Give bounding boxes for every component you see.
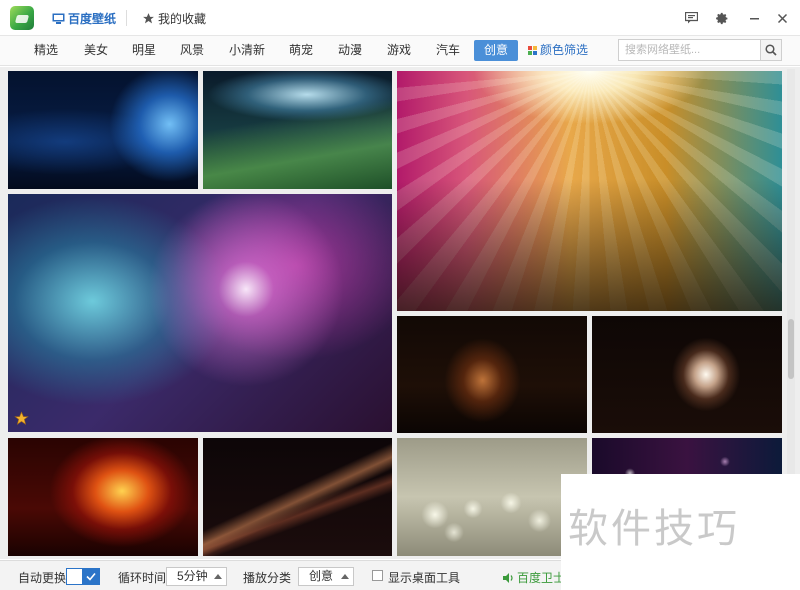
color-swatch	[528, 46, 532, 50]
baidu-guard-link[interactable]: 百度卫士	[502, 569, 565, 586]
speaker-icon	[503, 572, 513, 583]
color-filter-label: 颜色筛选	[540, 43, 589, 57]
feedback-icon	[684, 12, 698, 24]
color-swatch	[533, 51, 537, 55]
close-icon	[777, 13, 787, 23]
wallpaper-thumbnail[interactable]	[397, 71, 782, 311]
tab-my-favorites[interactable]: 我的收藏	[142, 9, 206, 27]
tab-divider	[126, 10, 127, 26]
minimize-icon	[749, 17, 759, 19]
close-button[interactable]	[772, 8, 792, 28]
auto-change-label: 自动更换	[18, 571, 67, 585]
gear-icon	[715, 12, 727, 24]
tab-my-favorites-label: 我的收藏	[158, 11, 207, 26]
settings-button[interactable]	[712, 8, 732, 28]
category-value: 创意	[309, 569, 334, 583]
color-grid-icon	[528, 46, 537, 55]
category-dropdown[interactable]: 创意	[298, 567, 354, 586]
category-item[interactable]: 萌宠	[283, 40, 319, 61]
category-item[interactable]: 风景	[174, 40, 210, 61]
scrollbar-thumb[interactable]	[788, 319, 794, 379]
interval-label: 循环时间	[118, 571, 167, 585]
tile-shade	[397, 179, 782, 311]
search-icon	[765, 44, 777, 56]
feedback-button[interactable]	[681, 8, 701, 28]
wallpaper-thumbnail[interactable]	[8, 438, 198, 556]
monitor-icon	[52, 13, 65, 24]
interval-value: 5分钟	[177, 569, 208, 583]
category-item[interactable]: 小清新	[223, 40, 271, 61]
color-filter-button[interactable]: 颜色筛选	[528, 40, 588, 61]
category-label: 播放分类	[243, 571, 292, 585]
category-item[interactable]: 美女	[78, 40, 114, 61]
color-swatch	[528, 51, 532, 55]
wallpaper-thumbnail[interactable]	[203, 438, 392, 556]
interval-dropdown[interactable]: 5分钟	[166, 567, 227, 586]
category-item[interactable]: 动漫	[332, 40, 368, 61]
show-desktop-tool-label: 显示桌面工具	[388, 571, 461, 585]
caret-up-icon	[214, 574, 222, 579]
show-desktop-tool-checkbox[interactable]	[372, 570, 383, 581]
star-icon	[143, 12, 154, 23]
favorite-star-icon[interactable]	[14, 411, 29, 426]
category-item-active[interactable]: 创意	[474, 40, 518, 61]
wallpaper-thumbnail[interactable]	[8, 71, 198, 189]
tab-baidu-wallpaper[interactable]: 百度壁纸	[52, 9, 116, 27]
category-item[interactable]: 明星	[126, 40, 162, 61]
wallpaper-thumbnail[interactable]	[397, 316, 587, 433]
wallpaper-thumbnail[interactable]	[8, 194, 392, 432]
color-swatch	[533, 46, 537, 50]
search-button[interactable]	[760, 39, 782, 61]
tab-baidu-wallpaper-label: 百度壁纸	[68, 11, 117, 26]
app-logo	[10, 6, 34, 30]
watermark-text: 软件技巧	[568, 506, 740, 552]
wallpaper-thumbnail[interactable]	[592, 316, 782, 433]
search-input[interactable]	[618, 39, 761, 61]
baidu-guard-label: 百度卫士	[517, 571, 566, 585]
title-bar: 百度壁纸 我的收藏	[0, 0, 800, 36]
caret-up-icon	[341, 574, 349, 579]
wallpaper-thumbnail[interactable]	[203, 71, 392, 189]
check-icon	[82, 569, 99, 584]
category-item[interactable]: 精选	[28, 40, 64, 61]
category-item[interactable]: 汽车	[430, 40, 466, 61]
minimize-button[interactable]	[744, 8, 764, 28]
auto-change-toggle[interactable]	[66, 568, 100, 585]
category-item[interactable]: 游戏	[381, 40, 417, 61]
wallpaper-thumbnail[interactable]	[397, 438, 587, 556]
category-bar: 精选 美女 明星 风景 小清新 萌宠 动漫 游戏 汽车 创意 颜色筛选	[0, 36, 800, 66]
